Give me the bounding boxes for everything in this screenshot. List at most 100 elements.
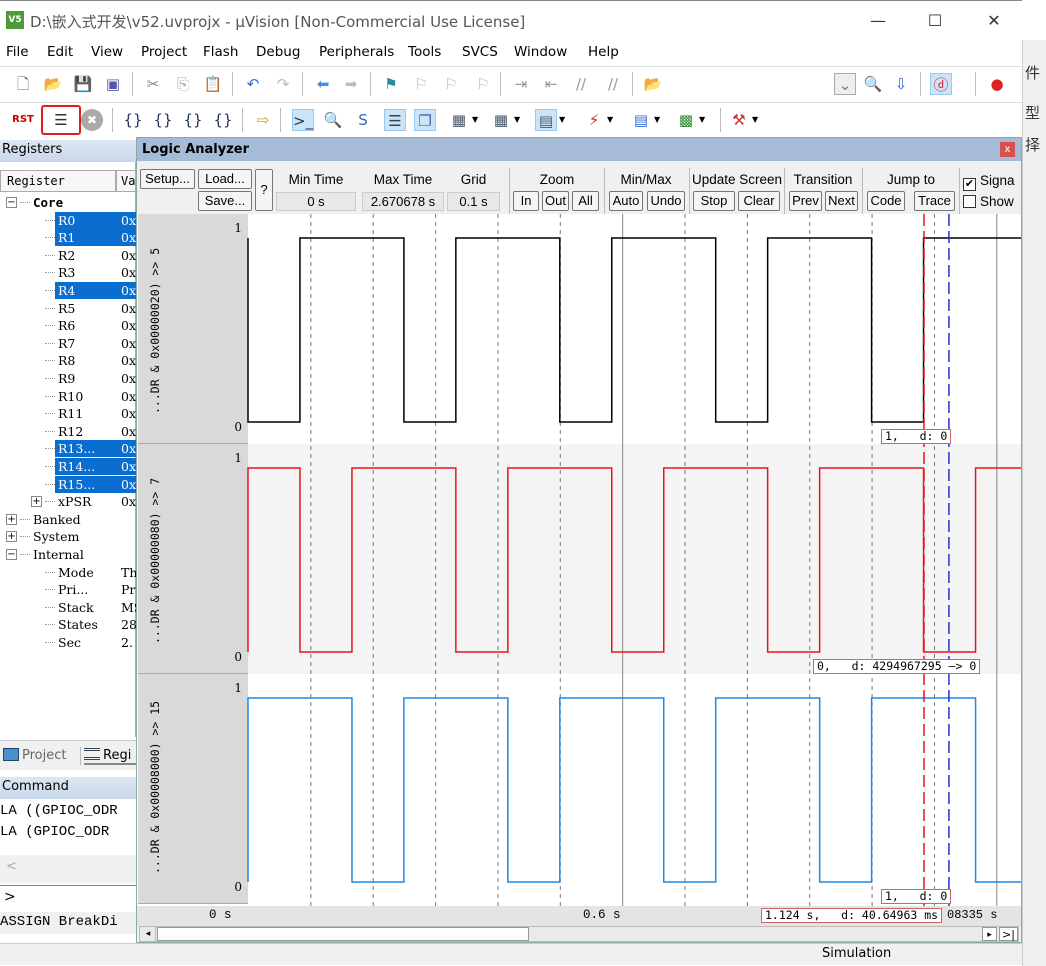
symbols-window-icon[interactable]: S bbox=[352, 109, 374, 131]
redo-icon[interactable]: ↷ bbox=[272, 73, 294, 95]
copy-icon[interactable]: ⎘ bbox=[172, 73, 194, 95]
register-row[interactable]: R6 0x bbox=[0, 317, 136, 334]
register-row[interactable]: R15... 0x bbox=[0, 475, 136, 493]
scroll-left-arrow-icon[interactable]: < bbox=[6, 859, 17, 874]
stop-icon[interactable]: ✖ bbox=[81, 109, 103, 131]
step-over-icon[interactable]: {} bbox=[152, 109, 174, 131]
step-out-icon[interactable]: {} bbox=[182, 109, 204, 131]
register-row[interactable]: R0 0x bbox=[0, 211, 136, 229]
toolbox-icon[interactable]: ⚒ bbox=[728, 109, 750, 131]
command-input[interactable]: > bbox=[0, 885, 136, 909]
close-button[interactable]: ✕ bbox=[974, 7, 1014, 35]
navigate-back-icon[interactable]: ⬅ bbox=[312, 73, 334, 95]
register-row[interactable]: + xPSR 0x bbox=[0, 493, 136, 510]
register-row[interactable]: R13... 0x bbox=[0, 440, 136, 458]
clear-bookmarks-icon[interactable]: ⚐ bbox=[472, 73, 494, 95]
show-next-statement-icon[interactable]: ⇨ bbox=[252, 109, 274, 131]
show-checkbox[interactable]: Show bbox=[963, 194, 1014, 209]
command-hscroll[interactable]: < bbox=[0, 855, 136, 883]
dropdown-arrow-icon[interactable]: ▼ bbox=[654, 115, 662, 124]
scroll-right-button[interactable]: ▸ bbox=[982, 927, 997, 941]
dropdown-arrow-icon[interactable]: ▼ bbox=[514, 115, 522, 124]
jump-trace-button[interactable]: Trace bbox=[914, 191, 955, 211]
minimize-button[interactable]: — bbox=[858, 7, 898, 35]
waveform-area[interactable]: ...DR & 0x00000020) >> 5 1 0 ...DR & 0x0000… bbox=[137, 214, 1021, 906]
menu-window[interactable]: Window bbox=[514, 44, 567, 60]
zoom-in-button[interactable]: In bbox=[513, 191, 539, 211]
step-into-icon[interactable]: {} bbox=[122, 109, 144, 131]
bookmark-icon[interactable]: ⚑ bbox=[380, 73, 402, 95]
signal-label-panel[interactable]: ...DR & 0x00008000) >> 15 1 0 bbox=[138, 674, 248, 904]
menu-project[interactable]: Project bbox=[141, 44, 187, 60]
expander-minus-icon[interactable]: − bbox=[6, 549, 17, 560]
dropdown-arrow-icon[interactable]: ▼ bbox=[699, 115, 707, 124]
debug-settings-icon[interactable]: ⇩ bbox=[890, 73, 912, 95]
register-row[interactable]: States 28 bbox=[0, 616, 136, 633]
find-icon[interactable]: 🔍 bbox=[862, 73, 884, 95]
transition-next-button[interactable]: Next bbox=[825, 191, 858, 211]
find-in-files-icon[interactable]: 📂 bbox=[642, 73, 664, 95]
minmax-auto-button[interactable]: Auto bbox=[609, 191, 643, 211]
dropdown-arrow-icon[interactable]: ▼ bbox=[607, 115, 615, 124]
register-row[interactable]: R1 0x bbox=[0, 229, 136, 247]
serial-window-icon[interactable]: ▤ bbox=[535, 109, 557, 131]
maximize-button[interactable]: ☐ bbox=[915, 7, 955, 35]
dropdown-combo[interactable]: ⌄ bbox=[834, 73, 856, 95]
register-row[interactable]: R11 0x bbox=[0, 405, 136, 422]
signal-label-panel[interactable]: ...DR & 0x00000020) >> 5 1 0 bbox=[138, 214, 248, 444]
watch-window-icon[interactable]: ▦ bbox=[448, 109, 470, 131]
menu-svcs[interactable]: SVCS bbox=[462, 44, 498, 60]
next-bookmark-icon[interactable]: ⚐ bbox=[440, 73, 462, 95]
register-row[interactable]: StackMS bbox=[0, 599, 136, 616]
register-row[interactable]: R2 0x bbox=[0, 247, 136, 264]
zoom-out-button[interactable]: Out bbox=[542, 191, 569, 211]
cut-icon[interactable]: ✂ bbox=[142, 73, 164, 95]
registers-window-icon[interactable]: ☰ bbox=[384, 109, 406, 131]
undo-icon[interactable]: ↶ bbox=[242, 73, 264, 95]
update-stop-button[interactable]: Stop bbox=[693, 191, 735, 211]
call-stack-icon[interactable]: ❐ bbox=[414, 109, 436, 131]
trace-window-icon[interactable]: ▤ bbox=[630, 109, 652, 131]
register-row[interactable]: Mode Th bbox=[0, 564, 136, 581]
disassembly-window-icon[interactable]: 🔍 bbox=[322, 109, 344, 131]
scroll-left-button[interactable]: ◂ bbox=[141, 927, 156, 941]
register-row[interactable]: R14... 0x bbox=[0, 458, 136, 475]
jump-code-button[interactable]: Code bbox=[867, 191, 905, 211]
save-button[interactable]: Save... bbox=[198, 191, 252, 211]
tab-project[interactable]: Project bbox=[3, 748, 78, 763]
expander-plus-icon[interactable]: + bbox=[31, 496, 42, 508]
menu-flash[interactable]: Flash bbox=[203, 44, 238, 60]
column-header-value[interactable]: Va bbox=[116, 170, 136, 192]
system-viewer-icon[interactable]: ▩ bbox=[675, 109, 697, 131]
expander-minus-icon[interactable]: − bbox=[6, 197, 17, 208]
tab-registers[interactable]: Regi bbox=[84, 748, 136, 765]
register-row[interactable]: R3 0x bbox=[0, 264, 136, 281]
menu-peripherals[interactable]: Peripherals bbox=[319, 44, 394, 60]
register-row[interactable]: + System bbox=[0, 528, 136, 545]
menu-help[interactable]: Help bbox=[588, 44, 619, 60]
column-header-register[interactable]: Register bbox=[0, 170, 116, 192]
register-row[interactable]: R8 0x bbox=[0, 352, 136, 369]
navigate-forward-icon[interactable]: ➡ bbox=[340, 73, 362, 95]
dropdown-arrow-icon[interactable]: ▼ bbox=[559, 115, 567, 124]
expander-plus-icon[interactable]: + bbox=[6, 531, 17, 543]
menu-debug[interactable]: Debug bbox=[256, 44, 300, 60]
paste-icon[interactable]: 📋 bbox=[202, 73, 224, 95]
register-row[interactable]: R12 0x bbox=[0, 423, 136, 440]
expander-plus-icon[interactable]: + bbox=[6, 513, 17, 525]
scroll-thumb[interactable] bbox=[157, 927, 529, 941]
register-row[interactable]: R7 0x bbox=[0, 335, 136, 352]
menu-tools[interactable]: Tools bbox=[408, 44, 441, 60]
register-row[interactable]: R10 0x bbox=[0, 388, 136, 405]
indent-icon[interactable]: ⇥ bbox=[510, 73, 532, 95]
register-row[interactable]: Pri... Pr bbox=[0, 581, 136, 598]
run-to-cursor-icon[interactable]: {} bbox=[212, 109, 234, 131]
help-button[interactable]: ? bbox=[255, 169, 273, 211]
zoom-all-button[interactable]: All bbox=[572, 191, 599, 211]
register-row[interactable]: R4 0x bbox=[0, 282, 136, 299]
command-window-icon[interactable]: >_ bbox=[292, 109, 314, 131]
analysis-window-icon[interactable]: ⚡ bbox=[583, 109, 605, 131]
start-debug-icon[interactable]: ⓓ bbox=[930, 73, 952, 95]
update-clear-button[interactable]: Clear bbox=[738, 191, 780, 211]
signal-info-checkbox[interactable]: ✔ Signa bbox=[963, 173, 1015, 191]
